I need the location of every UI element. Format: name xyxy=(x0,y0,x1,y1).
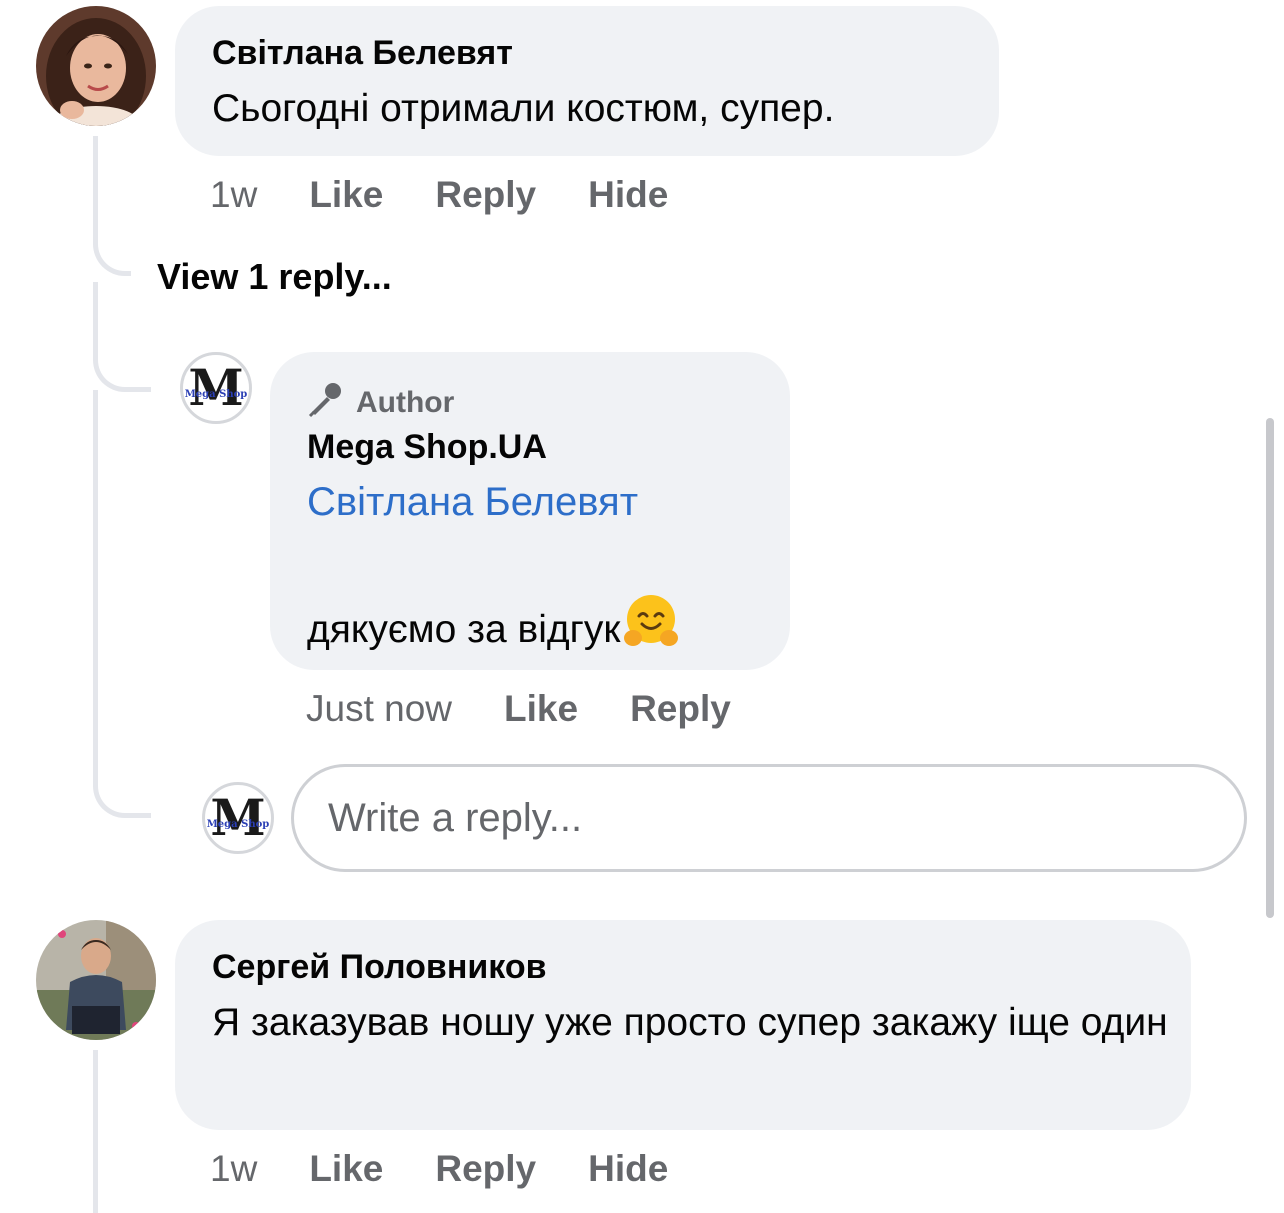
thread-line-curve xyxy=(93,310,151,392)
hide-button[interactable]: Hide xyxy=(588,174,668,215)
author-badge: Author xyxy=(306,380,454,426)
reply-text-row: дякуємо за відгук xyxy=(307,592,680,667)
avatar[interactable] xyxy=(36,6,156,126)
like-button[interactable]: Like xyxy=(309,1148,383,1189)
scrollbar-thumb[interactable] xyxy=(1266,418,1274,918)
logo-letter: M xyxy=(210,788,265,847)
comment-time: 1w xyxy=(210,174,258,215)
thread-line xyxy=(93,390,98,750)
logo-caption: Mega Shop xyxy=(185,389,248,400)
thread-line xyxy=(93,1050,98,1213)
comment-bubble: Сергей Половников Я заказував ношу уже п… xyxy=(175,920,1191,1130)
microphone-icon xyxy=(306,380,344,426)
reply-button[interactable]: Reply xyxy=(435,1148,536,1189)
thread-line-curve xyxy=(93,216,131,276)
thread-line xyxy=(93,136,98,226)
comment-text: Я заказував ношу уже просто супер закажу… xyxy=(212,1001,1168,1044)
current-user-avatar: M Mega Shop xyxy=(202,782,274,854)
comment-author[interactable]: Світлана Белевят xyxy=(212,34,513,73)
comment-author[interactable]: Сергей Половников xyxy=(212,948,547,987)
view-replies-link[interactable]: View 1 reply... xyxy=(157,256,392,298)
comment-actions: 1w Like Reply Hide xyxy=(210,174,668,216)
reply-bubble: Author Mega Shop.UA Світлана Белевят дяк… xyxy=(270,352,790,670)
avatar[interactable] xyxy=(36,920,156,1040)
reply-actions: Just now Like Reply xyxy=(306,688,731,730)
thread-line xyxy=(93,282,98,312)
reply-input[interactable] xyxy=(291,764,1247,872)
mention-link[interactable]: Світлана Белевят xyxy=(307,480,638,525)
reply-button[interactable]: Reply xyxy=(630,688,731,729)
reply-author[interactable]: Mega Shop.UA xyxy=(307,428,547,467)
reply-button[interactable]: Reply xyxy=(435,174,536,215)
comment-text: Сьогодні отримали костюм, супер. xyxy=(212,87,835,130)
like-button[interactable]: Like xyxy=(309,174,383,215)
comment-actions: 1w Like Reply Hide xyxy=(210,1148,668,1190)
reply-text: дякуємо за відгук xyxy=(307,607,621,651)
reply-time: Just now xyxy=(306,688,453,729)
hide-button[interactable]: Hide xyxy=(588,1148,668,1189)
logo-letter: M xyxy=(188,358,243,417)
comment-bubble: Світлана Белевят Сьогодні отримали костю… xyxy=(175,6,999,156)
thread-line-curve xyxy=(93,740,151,818)
page-avatar[interactable]: M Mega Shop xyxy=(180,352,252,424)
logo-caption: Mega Shop xyxy=(207,819,270,830)
like-button[interactable]: Like xyxy=(504,688,578,729)
author-badge-label: Author xyxy=(356,386,455,419)
hugging-face-emoji xyxy=(622,592,680,667)
comment-time: 1w xyxy=(210,1148,258,1189)
